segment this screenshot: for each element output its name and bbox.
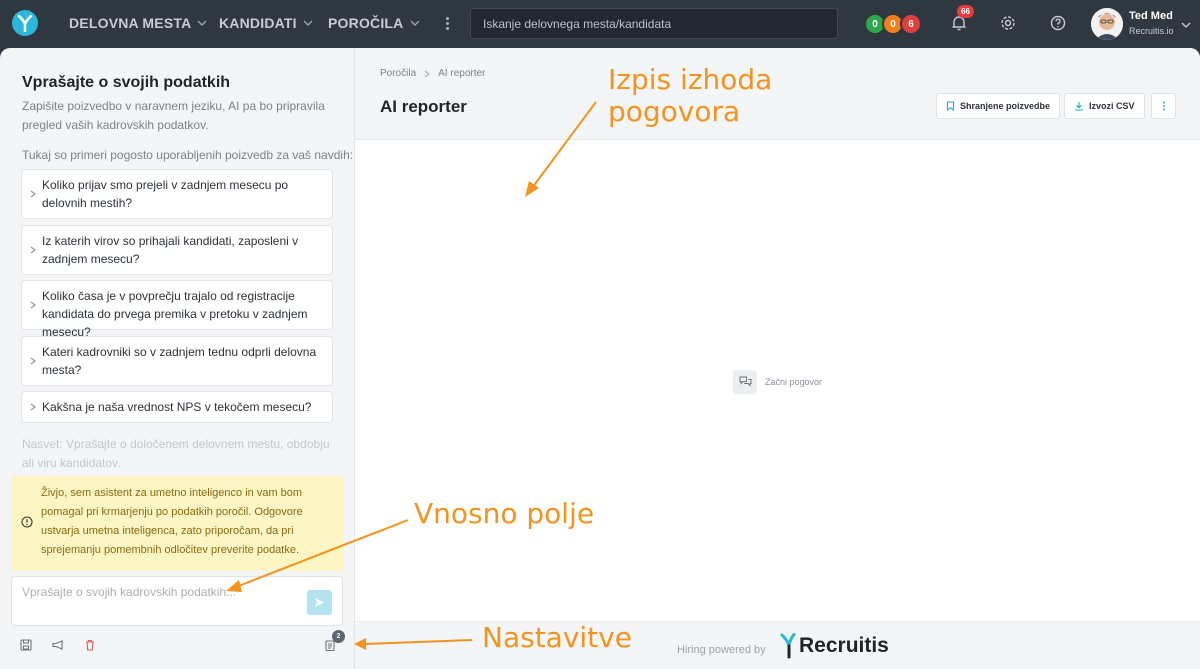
arrow-settings	[363, 639, 473, 645]
arrow-output	[531, 101, 597, 189]
arrow-input	[235, 519, 409, 588]
annotation-arrows	[226, 101, 597, 650]
